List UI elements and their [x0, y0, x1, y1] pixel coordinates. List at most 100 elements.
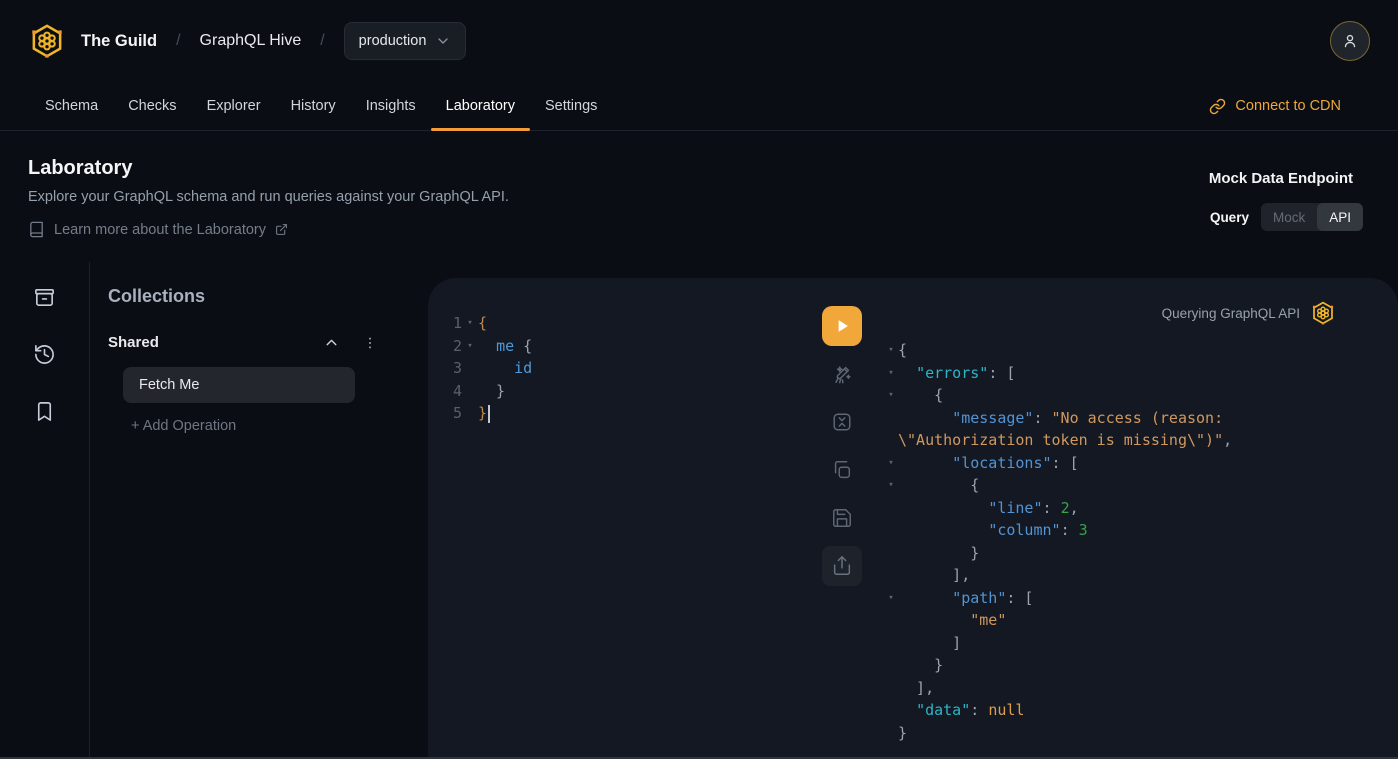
user-avatar-button[interactable] [1330, 21, 1370, 61]
user-icon [1341, 32, 1359, 50]
code-line: "message": "No access (reason: [878, 407, 1398, 430]
chevron-up-icon[interactable] [323, 334, 340, 351]
fold-toggle-icon[interactable]: ▾ [878, 368, 898, 378]
code-line: 5} [428, 402, 822, 425]
code-text: { [478, 314, 487, 332]
code-text: "line": 2, [898, 499, 1079, 517]
copy-query-button[interactable] [822, 450, 862, 490]
endpoint-toggle-group: Mock API [1261, 203, 1363, 231]
bookmarks-rail-button[interactable] [33, 400, 56, 423]
collections-icon [33, 286, 56, 309]
code-text: } [478, 382, 505, 400]
line-number: 2 [428, 337, 462, 355]
code-text: "message": "No access (reason: [898, 409, 1223, 427]
fold-toggle-icon[interactable]: ▾ [462, 318, 478, 328]
execute-query-button[interactable] [822, 306, 862, 346]
toggle-option-api[interactable]: API [1317, 203, 1363, 231]
page-header: Laboratory Explore your GraphQL schema a… [0, 131, 1398, 262]
tab-schema[interactable]: Schema [30, 82, 113, 130]
code-text: } [898, 544, 979, 562]
external-link-icon [275, 223, 288, 236]
share-operation-button[interactable] [822, 546, 862, 586]
tab-explorer[interactable]: Explorer [192, 82, 276, 130]
save-operation-button[interactable] [822, 498, 862, 538]
kebab-menu-icon[interactable] [362, 335, 378, 351]
line-number: 5 [428, 404, 462, 422]
code-text: "path": [ [898, 589, 1033, 607]
code-text: ], [898, 566, 970, 584]
fold-toggle-icon[interactable]: ▾ [878, 593, 898, 603]
operation-item-fetch-me[interactable]: Fetch Me [123, 367, 355, 403]
collections-pane: Collections Shared Fetch Me + Add Operat… [90, 262, 428, 759]
editor-toolbar [822, 278, 862, 759]
code-line: 2▾ me { [428, 335, 822, 358]
learn-more-link[interactable]: Learn more about the Laboratory [28, 221, 1370, 238]
code-text: "me" [898, 611, 1006, 629]
target-selector-button[interactable]: production [344, 22, 467, 60]
toggle-option-mock[interactable]: Mock [1261, 203, 1317, 231]
code-text: me { [478, 337, 532, 355]
fold-toggle-icon[interactable]: ▾ [878, 458, 898, 468]
code-line: ▾ { [878, 474, 1398, 497]
breadcrumb-project[interactable]: GraphQL Hive [200, 32, 302, 50]
code-text: \"Authorization token is missing\")", [898, 431, 1232, 449]
merge-fragments-button[interactable] [822, 402, 862, 442]
link-icon [1209, 98, 1226, 115]
code-line: ▾ "locations": [ [878, 452, 1398, 475]
fold-toggle-icon[interactable]: ▾ [462, 341, 478, 351]
side-rail [0, 262, 90, 759]
endpoint-mode-row: Query Mock API [1210, 203, 1363, 231]
prettify-button[interactable] [822, 354, 862, 394]
code-text: "errors": [ [898, 364, 1015, 382]
code-text: ], [898, 679, 934, 697]
code-line: ] [878, 632, 1398, 655]
tab-insights[interactable]: Insights [351, 82, 431, 130]
code-line: ], [878, 564, 1398, 587]
laboratory-main: Collections Shared Fetch Me + Add Operat… [0, 262, 1398, 759]
save-icon [831, 507, 853, 529]
collection-group-label: Shared [108, 334, 323, 351]
response-viewer: ▾{▾ "errors": [▾ { "message": "No access… [878, 339, 1398, 744]
query-editor[interactable]: 1▾{2▾ me {3 id4 }5} [428, 278, 822, 759]
code-text: id [478, 359, 532, 377]
endpoint-mode-label: Query [1210, 210, 1249, 225]
fold-toggle-icon[interactable]: ▾ [878, 480, 898, 490]
code-line: ▾ "path": [ [878, 587, 1398, 610]
code-text: } [898, 656, 943, 674]
endpoint-panel: Mock Data Endpoint Query Mock API [1209, 170, 1363, 231]
breadcrumb-separator: / [320, 32, 324, 50]
collections-title: Collections [108, 286, 428, 307]
tab-settings[interactable]: Settings [530, 82, 612, 130]
page-title: Laboratory [28, 157, 1370, 180]
code-line: 3 id [428, 357, 822, 380]
code-line: ▾ { [878, 384, 1398, 407]
collections-rail-button[interactable] [33, 286, 56, 309]
hive-logo-icon[interactable] [28, 22, 66, 60]
add-operation-button[interactable]: + Add Operation [131, 418, 236, 434]
app-header: The Guild / GraphQL Hive / production [0, 0, 1398, 82]
tab-history[interactable]: History [276, 82, 351, 130]
breadcrumb-org[interactable]: The Guild [81, 32, 157, 51]
code-line: } [878, 542, 1398, 565]
history-rail-button[interactable] [33, 343, 56, 366]
response-endpoint-label: Querying GraphQL API [1162, 306, 1300, 321]
line-number: 4 [428, 382, 462, 400]
connect-to-cdn-label: Connect to CDN [1235, 98, 1341, 114]
page-subtitle: Explore your GraphQL schema and run quer… [28, 189, 1370, 205]
tab-checks[interactable]: Checks [113, 82, 191, 130]
collection-group-shared[interactable]: Shared [108, 334, 378, 351]
share-icon [831, 555, 853, 577]
endpoint-title: Mock Data Endpoint [1209, 170, 1353, 187]
code-line: "me" [878, 609, 1398, 632]
code-text: } [898, 724, 907, 742]
fold-toggle-icon[interactable]: ▾ [878, 345, 898, 355]
fold-toggle-icon[interactable]: ▾ [878, 390, 898, 400]
code-line: 4 } [428, 380, 822, 403]
tab-laboratory[interactable]: Laboratory [431, 82, 530, 130]
target-selector-label: production [359, 33, 427, 49]
code-text: { [898, 341, 907, 359]
graphiql-panel: 1▾{2▾ me {3 id4 }5} [428, 278, 1398, 759]
connect-to-cdn-link[interactable]: Connect to CDN [1209, 82, 1341, 130]
code-line: ▾{ [878, 339, 1398, 362]
code-line: } [878, 654, 1398, 677]
